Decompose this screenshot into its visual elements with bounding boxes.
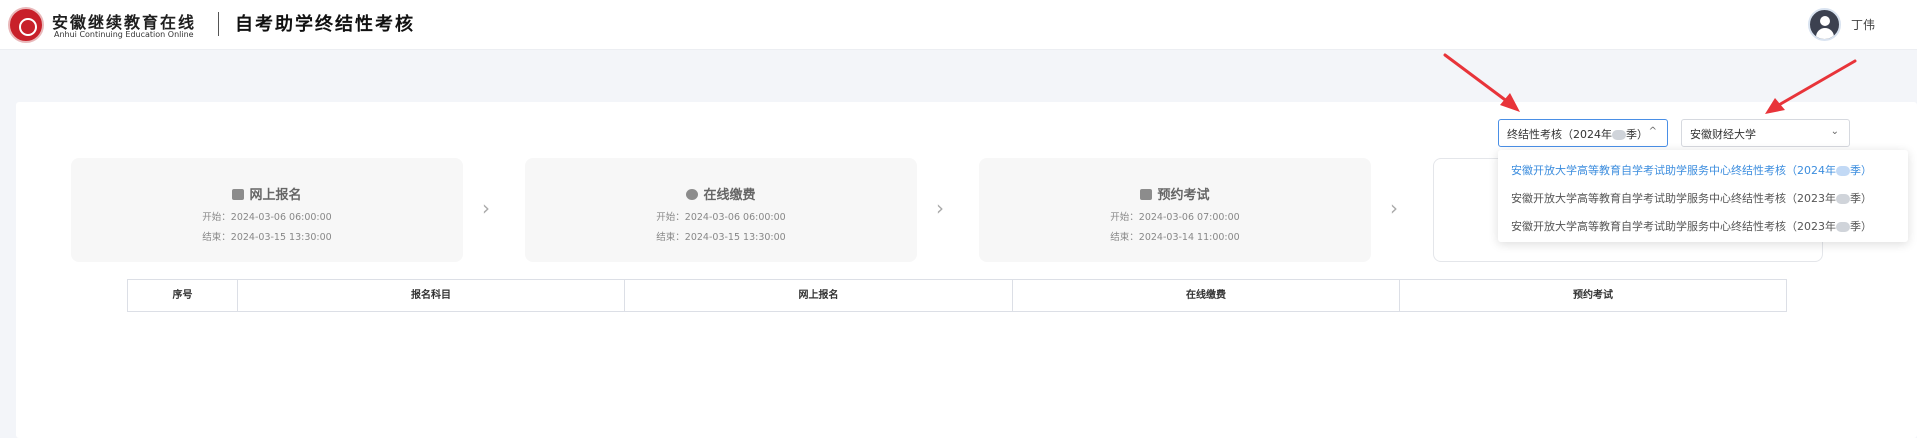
term-select[interactable]: 终结性考核（2024年 季） ^	[1498, 119, 1668, 147]
dropdown-option[interactable]: 安徽开放大学高等教育自学考试助学服务中心终结性考核（2023年 季）	[1511, 190, 1872, 206]
dropdown-option[interactable]: 安徽开放大学高等教育自学考试助学服务中心终结性考核（2024年 季）	[1511, 162, 1872, 178]
step-start: 开始：2024-03-06 06:00:00	[202, 212, 332, 223]
step-title: 预约考试	[1157, 188, 1210, 203]
table-header-index: 序号	[128, 280, 238, 311]
term-dropdown: 安徽开放大学高等教育自学考试助学服务中心终结性考核（2024年 季） 安徽开放大学…	[1498, 150, 1908, 242]
brand-name-en: Anhui Continuing Education Online	[54, 30, 194, 39]
user-name[interactable]: 丁伟	[1851, 16, 1875, 33]
step-end: 结束：2024-03-15 13:30:00	[656, 232, 786, 243]
redaction-mark	[1836, 166, 1850, 176]
redaction-mark	[1836, 194, 1850, 204]
calendar-icon	[1140, 189, 1153, 200]
annotation-arrow-right	[1765, 59, 1857, 114]
page-title: 自考助学终结性考核	[235, 14, 415, 35]
term-select-value: 终结性考核（2024年	[1507, 128, 1612, 141]
redaction-mark	[1836, 222, 1850, 232]
logo-icon	[8, 7, 44, 43]
dropdown-option[interactable]: 安徽开放大学高等教育自学考试助学服务中心终结性考核（2023年 季）	[1511, 218, 1872, 234]
step-title: 网上报名	[249, 188, 302, 203]
chevron-up-icon: ^	[1648, 126, 1657, 137]
table-header-registration: 网上报名	[625, 280, 1013, 311]
step-card-registration[interactable]: 网上报名 开始：2024-03-06 06:00:00 结束：2024-03-1…	[71, 158, 463, 262]
chevron-down-icon: ⌄	[1830, 126, 1839, 137]
step-start: 开始：2024-03-06 06:00:00	[656, 212, 786, 223]
table-header-exam-booking: 预约考试	[1573, 290, 1613, 301]
school-select[interactable]: 安徽财经大学 ⌄	[1681, 119, 1850, 147]
chevron-right-icon: ›	[482, 196, 490, 220]
school-select-value: 安徽财经大学	[1690, 128, 1756, 141]
chevron-right-icon: ›	[1390, 196, 1398, 220]
step-card-payment[interactable]: 在线缴费 开始：2024-03-06 06:00:00 结束：2024-03-1…	[525, 158, 917, 262]
divider	[218, 12, 219, 36]
step-card-exam-booking[interactable]: 预约考试 开始：2024-03-06 07:00:00 结束：2024-03-1…	[979, 158, 1371, 262]
step-start: 开始：2024-03-06 07:00:00	[1110, 212, 1240, 223]
payment-icon	[686, 189, 699, 200]
top-bar: 安徽继续教育在线 Anhui Continuing Education Onli…	[0, 0, 1917, 50]
step-end: 结束：2024-03-15 13:30:00	[202, 232, 332, 243]
user-icon	[1820, 16, 1830, 26]
step-end: 结束：2024-03-14 11:00:00	[1110, 232, 1240, 243]
enrollment-table: 序号 报名科目 网上报名 在线缴费 预约考试	[127, 279, 1787, 312]
table-header-payment: 在线缴费	[1013, 280, 1400, 311]
annotation-arrow-left	[1443, 53, 1520, 112]
redaction-mark	[1612, 130, 1626, 140]
step-title: 在线缴费	[703, 188, 756, 203]
table-header-subject: 报名科目	[238, 280, 625, 311]
avatar[interactable]	[1808, 8, 1841, 41]
monitor-icon	[232, 189, 245, 200]
chevron-right-icon: ›	[936, 196, 944, 220]
